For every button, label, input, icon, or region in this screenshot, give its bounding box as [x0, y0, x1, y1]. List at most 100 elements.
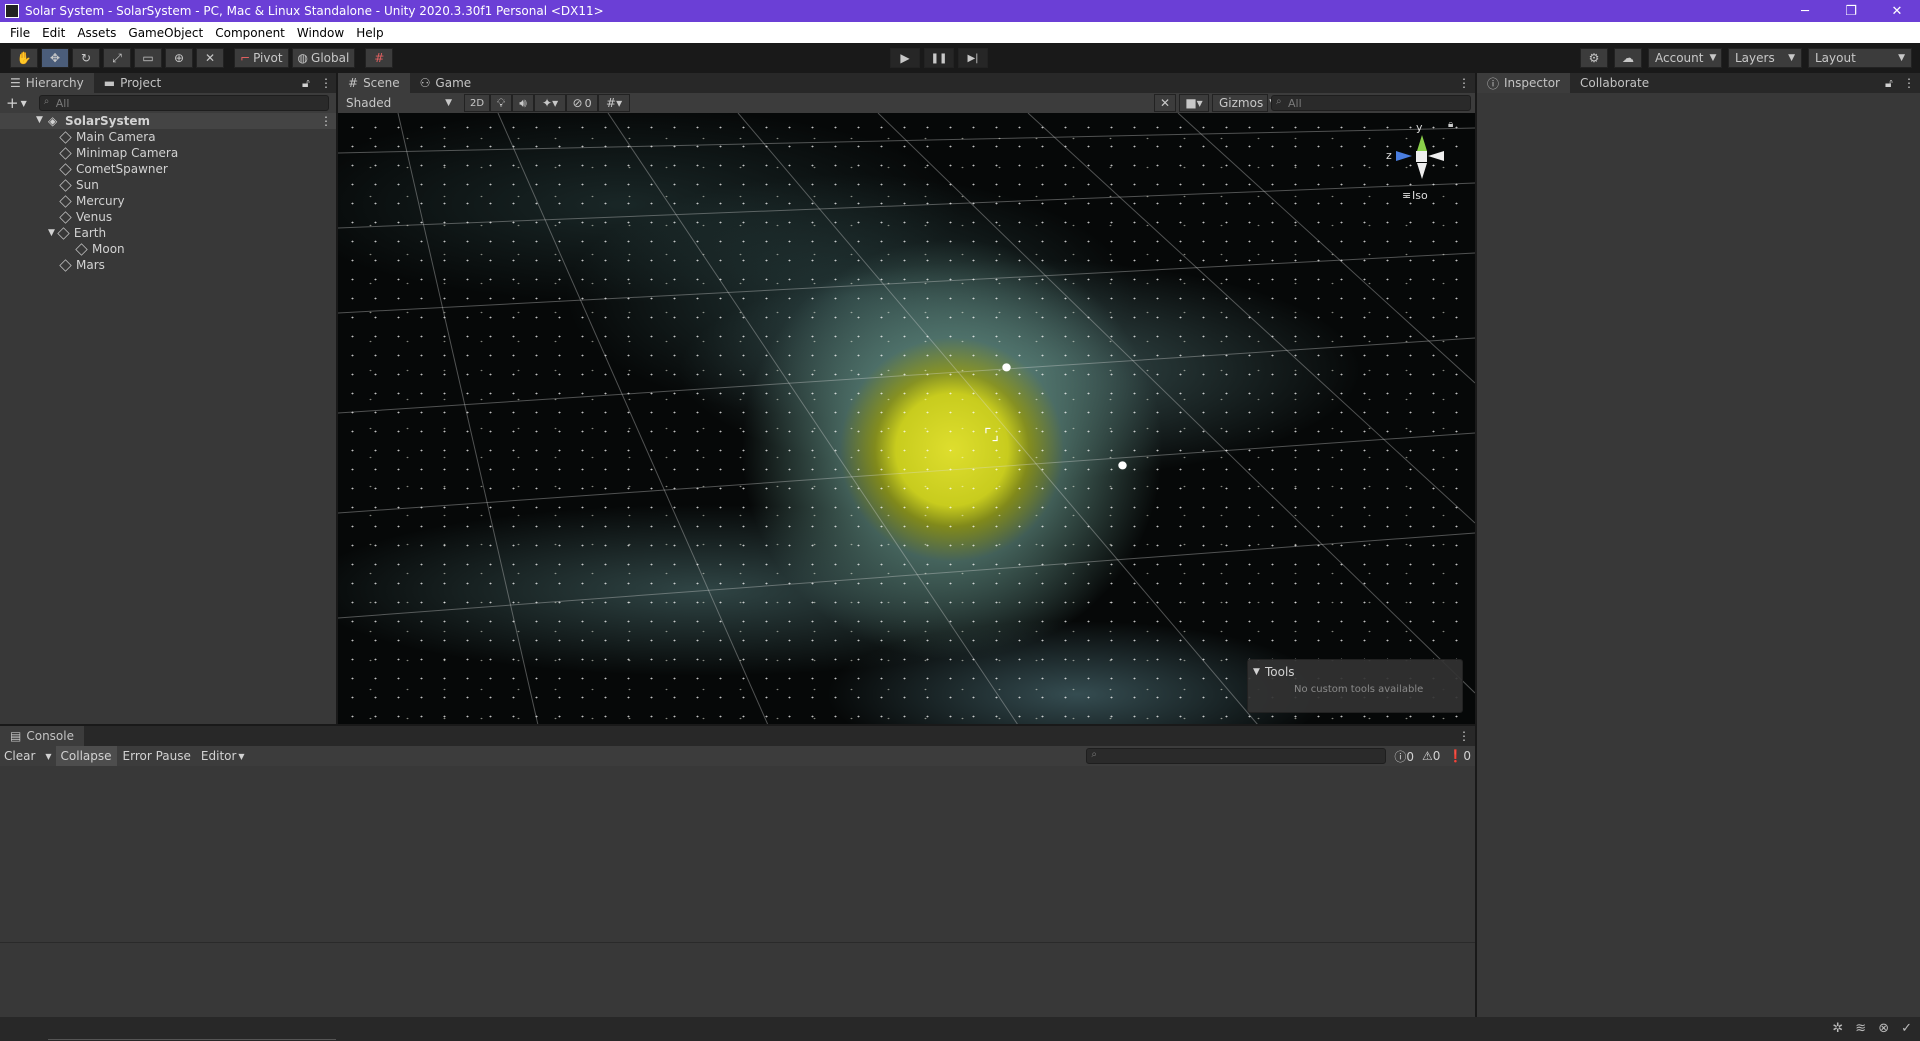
transform-tool-button[interactable]: ⊕ — [165, 48, 193, 68]
global-toggle[interactable]: ◍ Global — [291, 48, 356, 68]
tab-scene-label: Scene — [363, 76, 400, 90]
menu-file[interactable]: File — [4, 26, 36, 40]
tab-collaborate[interactable]: Collaborate — [1570, 73, 1659, 93]
grid-snap-button[interactable]: # — [365, 48, 394, 68]
menu-window[interactable]: Window — [291, 26, 350, 40]
error-pause-label: Error Pause — [122, 749, 191, 763]
menu-assets[interactable]: Assets — [71, 26, 122, 40]
clear-button[interactable]: Clear ▼ — [0, 746, 56, 766]
tab-scene[interactable]: # Scene — [338, 73, 410, 93]
services-button[interactable]: ⚙ — [1580, 48, 1608, 68]
cloud-button[interactable]: ☁ — [1614, 48, 1642, 68]
warning-count-toggle[interactable]: ⚠0 — [1422, 749, 1440, 763]
layers-dropdown[interactable]: Layers ▼ — [1728, 48, 1802, 68]
y-axis-cone[interactable] — [1417, 135, 1427, 151]
x-axis-cone[interactable] — [1428, 151, 1444, 161]
close-button[interactable]: ✕ — [1874, 0, 1920, 22]
gameobject-icon — [59, 162, 72, 176]
tab-inspector[interactable]: ⓘ Inspector — [1477, 73, 1570, 93]
scene-viewport[interactable]: ⏺ ⏺ ⌜⌟ y z 🔒︎ ≡ Iso ▼ Tools No custom to… — [338, 113, 1475, 725]
play-button[interactable]: ▶ — [890, 48, 920, 68]
menu-component[interactable]: Component — [209, 26, 291, 40]
scene-search-input[interactable]: ⌕ All — [1271, 95, 1471, 111]
list-item[interactable]: CometSpawner — [59, 161, 168, 177]
camera-gizmo-icon[interactable]: ⏺ — [1002, 357, 1011, 378]
lighting-toggle[interactable]: 💡︎ — [490, 94, 513, 112]
expand-arrow-icon[interactable]: ▼ — [48, 228, 55, 238]
add-button[interactable]: + — [6, 94, 19, 112]
list-item[interactable]: Mercury — [59, 193, 125, 209]
neg-y-axis-cone[interactable] — [1417, 163, 1427, 179]
2d-toggle[interactable]: 2D — [464, 94, 491, 112]
expand-arrow-icon[interactable]: ▼ — [1253, 667, 1260, 677]
orientation-gizmo[interactable]: y z 🔒︎ ≡ Iso — [1378, 119, 1464, 211]
chevron-down-icon[interactable]: ▼ — [45, 752, 51, 761]
audio-toggle[interactable]: 🔊︎ — [512, 94, 535, 112]
more-menu-icon[interactable]: ⋮ — [1458, 76, 1470, 90]
account-dropdown[interactable]: Account ▼ — [1648, 48, 1722, 68]
console-log-area[interactable] — [0, 766, 1475, 1017]
pause-button[interactable]: ❚❚ — [924, 48, 954, 68]
error-count-toggle[interactable]: ❗0 — [1448, 749, 1471, 763]
menu-help[interactable]: Help — [350, 26, 389, 40]
lock-icon[interactable]: 🔒︎ — [1448, 119, 1453, 130]
tab-project[interactable]: ▬ Project — [94, 73, 171, 93]
more-menu-icon[interactable]: ⋮ — [320, 114, 332, 128]
check-circle-icon[interactable]: ✓ — [1901, 1021, 1912, 1036]
hierarchy-search-input[interactable]: ⌕ All — [38, 95, 329, 111]
debug-icon[interactable]: ✲ — [1832, 1021, 1843, 1036]
effects-toggle[interactable]: ✦▾ — [534, 94, 567, 112]
console-split[interactable] — [0, 942, 1475, 943]
expand-arrow-icon[interactable]: ▼ — [36, 115, 43, 125]
layers-stack-icon[interactable]: ≋ — [1855, 1021, 1866, 1036]
z-axis-cone[interactable] — [1396, 151, 1412, 161]
editor-dropdown[interactable]: Editor ▼ — [197, 746, 249, 766]
lock-icon[interactable]: 🔓︎ — [1885, 76, 1893, 91]
menu-edit[interactable]: Edit — [36, 26, 71, 40]
grid-toggle[interactable]: #▾ — [598, 94, 631, 112]
more-menu-icon[interactable]: ⋮ — [1458, 729, 1470, 743]
error-pause-toggle[interactable]: Error Pause — [117, 746, 197, 766]
tab-hierarchy[interactable]: ☰ Hierarchy — [0, 73, 94, 93]
tools-toggle[interactable]: ✕ — [1153, 94, 1176, 112]
camera-gizmo-icon[interactable]: ⏺ — [1118, 455, 1127, 476]
projection-label[interactable]: Iso — [1412, 189, 1428, 202]
more-menu-icon[interactable]: ⋮ — [1903, 76, 1915, 90]
collapse-toggle[interactable]: Collapse — [55, 746, 117, 766]
scale-tool-button[interactable]: ⤢ — [103, 48, 131, 68]
rotate-tool-button[interactable]: ↻ — [72, 48, 100, 68]
scene-row[interactable]: ▼ ◈ SolarSystem ⋮ — [0, 113, 336, 129]
layout-dropdown[interactable]: Layout ▼ — [1808, 48, 1912, 68]
gizmo-center-cube[interactable] — [1416, 151, 1427, 162]
list-item[interactable]: Sun — [59, 177, 99, 193]
minimize-button[interactable]: ─ — [1782, 0, 1828, 22]
rect-tool-button[interactable]: ▭ — [134, 48, 162, 68]
tab-game[interactable]: ⚇ Game — [410, 73, 482, 93]
chevron-down-icon: ▼ — [1788, 53, 1795, 63]
list-item[interactable]: ▼ Earth — [48, 225, 106, 241]
info-count-toggle[interactable]: ⓘ0 — [1394, 748, 1414, 765]
hand-tool-button[interactable]: ✋ — [10, 48, 38, 68]
lock-icon[interactable]: 🔓︎ — [302, 76, 310, 91]
list-item[interactable]: Mars — [59, 257, 105, 273]
move-tool-button[interactable]: ✥ — [41, 48, 69, 68]
restore-button[interactable]: ❐ — [1828, 0, 1874, 22]
console-search-input[interactable]: ⌕ — [1086, 748, 1387, 764]
list-item[interactable]: Venus — [59, 209, 112, 225]
list-item[interactable]: Minimap Camera — [59, 145, 178, 161]
custom-tool-button[interactable]: ✕ — [196, 48, 224, 68]
camera-settings-button[interactable]: ■▾ — [1179, 94, 1209, 112]
more-menu-icon[interactable]: ⋮ — [320, 76, 332, 90]
list-item[interactable]: Main Camera — [59, 129, 156, 145]
window-title: Solar System - SolarSystem - PC, Mac & L… — [25, 4, 604, 18]
pivot-toggle[interactable]: ⌐ Pivot — [234, 48, 289, 68]
shading-mode-dropdown[interactable]: Shaded ▼ — [340, 94, 458, 112]
hidden-objects-toggle[interactable]: ⊘ 0 — [566, 94, 599, 112]
chevron-down-icon[interactable]: ▼ — [21, 99, 27, 108]
network-icon[interactable]: ⊗ — [1878, 1021, 1889, 1036]
step-button[interactable]: ▶| — [958, 48, 988, 68]
menu-gameobject[interactable]: GameObject — [122, 26, 209, 40]
gizmos-dropdown[interactable]: Gizmos▼ — [1212, 94, 1276, 112]
list-item[interactable]: Moon — [75, 241, 125, 257]
tab-console[interactable]: ▤ Console — [0, 726, 84, 746]
